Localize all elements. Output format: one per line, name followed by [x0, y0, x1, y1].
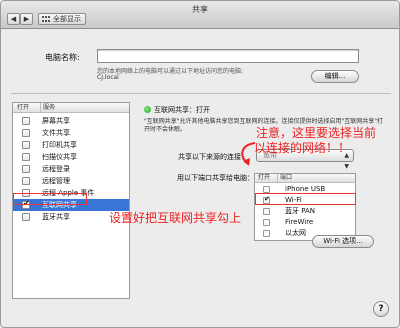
port-label: FireWire	[285, 218, 314, 226]
edit-button[interactable]: 编辑...	[311, 70, 359, 83]
show-all-label: 全部显示	[53, 15, 81, 23]
ports-header-on: 打开	[258, 174, 271, 181]
annotation-check-note: 设置好把互联网共享勾上	[109, 211, 242, 225]
computer-name-label: 电脑名称:	[45, 53, 80, 62]
checkbox[interactable]	[263, 219, 270, 226]
port-label: 蓝牙 PAN	[285, 207, 316, 215]
checkbox[interactable]	[22, 213, 30, 221]
checkbox[interactable]	[22, 141, 30, 149]
checkbox[interactable]	[263, 186, 270, 193]
service-label: 屏幕共享	[42, 117, 70, 125]
checkbox[interactable]	[22, 177, 30, 185]
service-label: 文件共享	[42, 129, 70, 137]
checkbox[interactable]	[22, 165, 30, 173]
status-indicator-icon	[144, 106, 151, 113]
grid-icon	[42, 16, 50, 23]
ports-list: 打开 端口 iPhone USB Wi-Fi 蓝牙 PAN FireWire 以…	[254, 173, 356, 241]
checkbox[interactable]	[263, 208, 270, 215]
header-on: 打开	[17, 104, 30, 111]
highlight-box-internet-sharing	[13, 193, 87, 205]
port-item-bluetooth-pan[interactable]: 蓝牙 PAN	[255, 206, 355, 217]
service-label: 蓝牙共享	[42, 213, 70, 221]
service-label: 打印机共享	[42, 141, 77, 149]
wifi-options-button[interactable]: Wi-Fi 选项...	[312, 235, 374, 248]
service-item-screen-sharing[interactable]: 屏幕共享	[13, 115, 129, 127]
back-button[interactable]: ◀	[7, 13, 20, 25]
service-item-remote-management[interactable]: 远程管理	[13, 175, 129, 187]
service-label: 远程管理	[42, 177, 70, 185]
status-text: 互联网共享：打开	[154, 106, 210, 114]
forward-button[interactable]: ▶	[20, 13, 33, 25]
share-to-label: 用以下端口共享给电脑：	[177, 174, 254, 182]
service-list-header: 打开 服务	[13, 103, 129, 113]
ports-header-port: 端口	[277, 174, 292, 182]
checkbox[interactable]	[263, 230, 270, 237]
service-label: 扫描仪共享	[42, 153, 77, 161]
port-label: 以太网	[285, 229, 306, 237]
service-item-printer-sharing[interactable]: 打印机共享	[13, 139, 129, 151]
annotation-note-line2: 以连接的网络！！	[254, 141, 351, 155]
help-button[interactable]: ?	[373, 301, 389, 317]
computer-name-field[interactable]	[97, 49, 359, 63]
local-address: CJ.local	[97, 74, 119, 81]
preferences-window: 共享 ◀ ▶ 全部显示 电脑名称: 您的本地网络上的电脑可以通过以下地址访问您的…	[0, 0, 400, 328]
divider	[11, 93, 391, 94]
header-service: 服务	[40, 103, 55, 112]
service-label: 远程登录	[42, 165, 70, 173]
port-item-firewire[interactable]: FireWire	[255, 217, 355, 228]
title-bar: 共享 ◀ ▶ 全部显示	[1, 1, 399, 29]
service-item-scanner-sharing[interactable]: 扫描仪共享	[13, 151, 129, 163]
highlight-box-wifi	[255, 193, 356, 205]
ports-header: 打开 端口	[255, 174, 355, 183]
service-item-remote-login[interactable]: 远程登录	[13, 163, 129, 175]
service-item-file-sharing[interactable]: 文件共享	[13, 127, 129, 139]
checkbox[interactable]	[22, 117, 30, 125]
show-all-button[interactable]: 全部显示	[38, 13, 86, 25]
checkbox[interactable]	[22, 153, 30, 161]
checkbox[interactable]	[22, 129, 30, 137]
